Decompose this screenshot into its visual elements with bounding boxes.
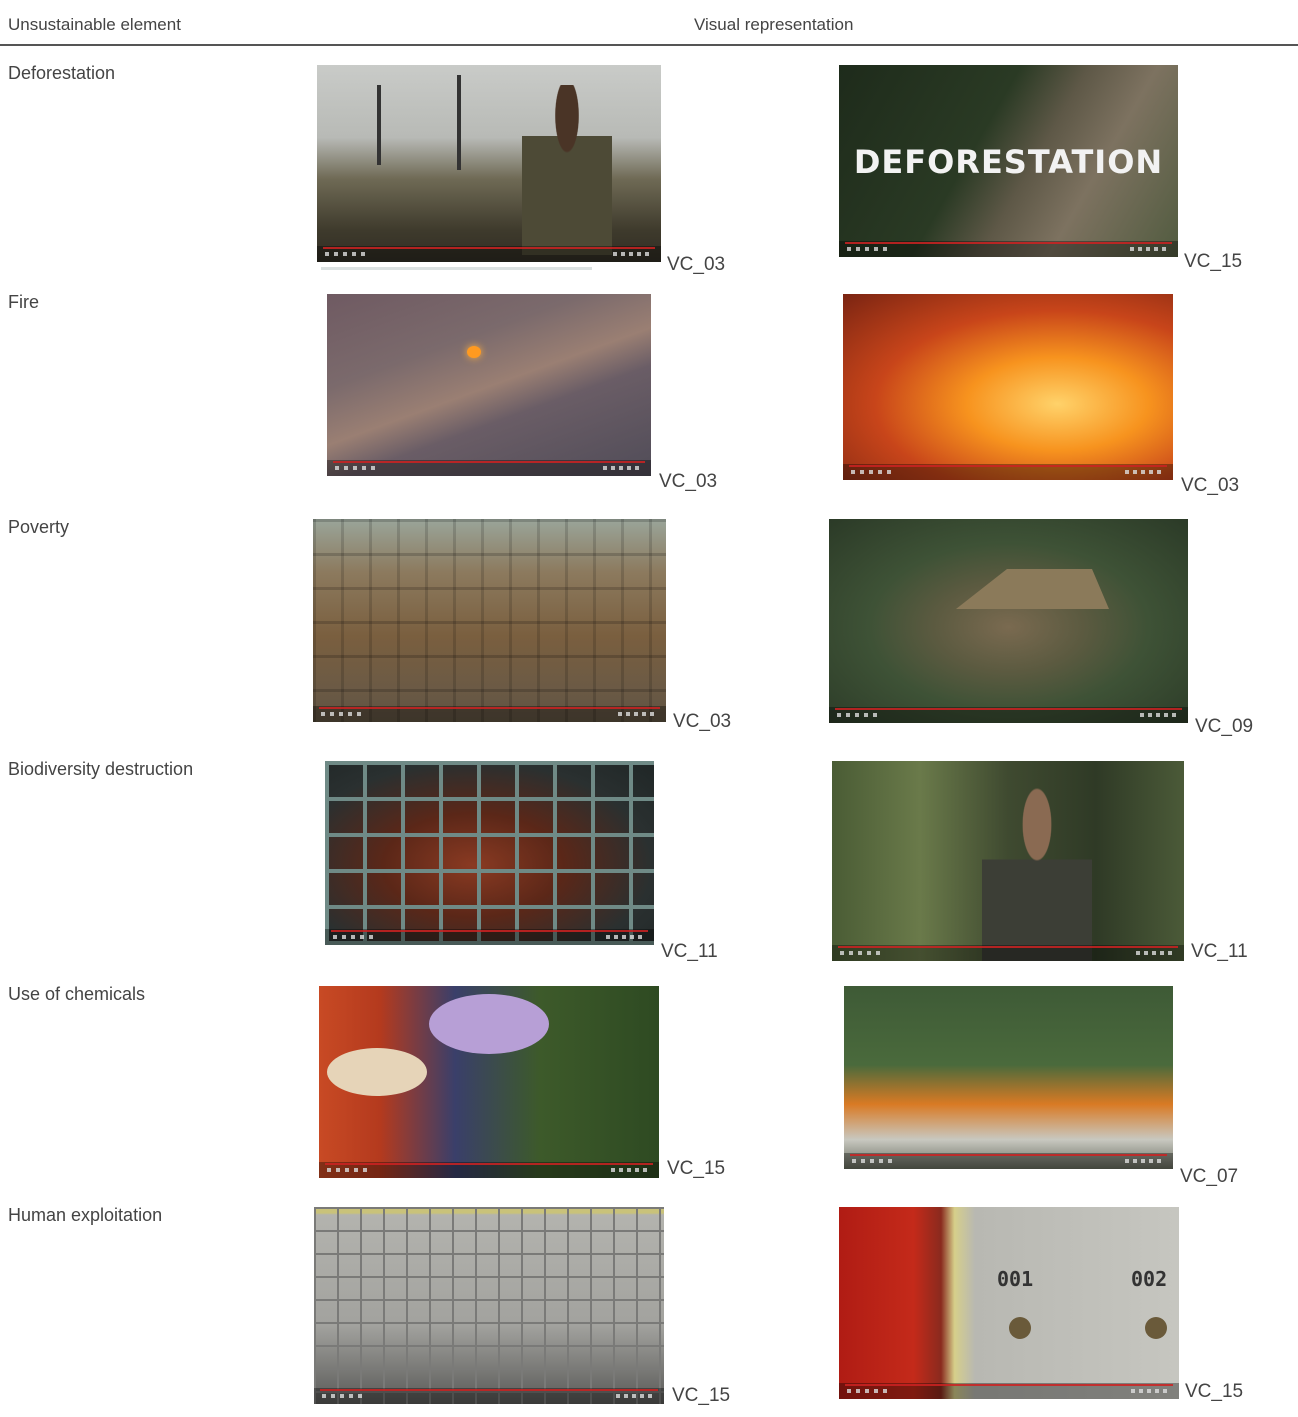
row-label-fire: Fire (8, 292, 39, 312)
scene-locker-wall (314, 1207, 664, 1404)
row-label-deforestation: Deforestation (8, 63, 116, 83)
thumbnail-chemicals-left[interactable] (319, 986, 659, 1178)
caption-bar (327, 476, 651, 492)
video-controls[interactable] (839, 241, 1178, 257)
thumbnail-poverty-left[interactable] (313, 519, 666, 732)
row-label-chemicals: Use of chemicals (8, 984, 146, 1004)
figure-man (982, 786, 1092, 961)
row-label-poverty: Poverty (8, 517, 70, 537)
thumbnail-deforestation-left[interactable] (317, 65, 661, 272)
video-controls[interactable] (319, 1162, 659, 1178)
video-controls[interactable] (843, 464, 1173, 480)
tree-silhouette (377, 85, 381, 165)
thumbnail-biodiversity-left[interactable] (325, 761, 654, 951)
scene-caged-orangutan (325, 761, 654, 951)
thumbnail-chemicals-right[interactable] (844, 986, 1173, 1183)
video-controls[interactable] (327, 460, 651, 476)
video-controls[interactable] (314, 1388, 664, 1404)
video-code: VC_03 (659, 471, 718, 492)
video-code: VC_15 (667, 1158, 726, 1179)
scene-plantation-hut (829, 519, 1188, 735)
locker-number-2: 002 (1131, 1267, 1168, 1291)
lock-icon (1009, 1317, 1031, 1339)
video-controls[interactable] (325, 929, 654, 945)
scene-locker-closeup (839, 1207, 1179, 1399)
caption-bar (325, 945, 654, 951)
caption-bar (313, 722, 666, 732)
video-controls[interactable] (317, 246, 661, 262)
video-code: VC_15 (1185, 1381, 1244, 1402)
thumbnail-poverty-right[interactable] (829, 519, 1188, 735)
video-code: VC_11 (661, 941, 718, 962)
video-code: VC_03 (673, 711, 732, 732)
video-controls[interactable] (844, 1153, 1173, 1169)
thumbnail-biodiversity-right[interactable] (832, 761, 1184, 961)
video-code: VC_09 (1195, 716, 1254, 737)
video-code: VC_15 (672, 1385, 731, 1406)
header-rule (0, 44, 1298, 46)
scene-slum-houses (313, 519, 666, 732)
video-controls[interactable] (829, 707, 1188, 723)
hat-purple (429, 994, 549, 1054)
video-code: VC_03 (1181, 475, 1240, 496)
video-controls[interactable] (839, 1383, 1179, 1399)
hat-straw (327, 1048, 427, 1096)
flame-spot (467, 346, 481, 358)
caption-bar (843, 480, 1173, 494)
thumbnail-fire-right[interactable] (843, 294, 1173, 494)
header-col-element: Unsustainable element (8, 15, 181, 34)
figure-man (522, 85, 612, 255)
video-controls[interactable] (832, 945, 1184, 961)
lock-icon (1145, 1317, 1167, 1339)
video-code: VC_11 (1191, 941, 1248, 962)
thumbnail-exploitation-right[interactable]: 001 002 (839, 1207, 1179, 1399)
row-label-exploitation: Human exploitation (8, 1205, 163, 1225)
caption-bar (839, 257, 1178, 269)
header-col-visual: Visual representation (694, 15, 854, 34)
video-code: VC_03 (667, 254, 726, 275)
caption-bar (844, 1169, 1173, 1183)
video-controls[interactable] (313, 706, 666, 722)
caption-bar (317, 262, 661, 272)
overlay-deforestation-title: DEFORESTATION (853, 143, 1164, 181)
video-code: VC_15 (1184, 251, 1243, 272)
tree-silhouette (457, 75, 461, 170)
video-code: VC_07 (1180, 1166, 1239, 1187)
caption-bar (829, 723, 1188, 735)
locker-number-1: 001 (997, 1267, 1034, 1291)
row-label-biodiversity: Biodiversity destruction (8, 759, 194, 779)
thumbnail-fire-left[interactable] (327, 294, 651, 492)
thumbnail-exploitation-left[interactable] (314, 1207, 664, 1404)
thumbnail-deforestation-right[interactable]: DEFORESTATION (839, 65, 1178, 269)
